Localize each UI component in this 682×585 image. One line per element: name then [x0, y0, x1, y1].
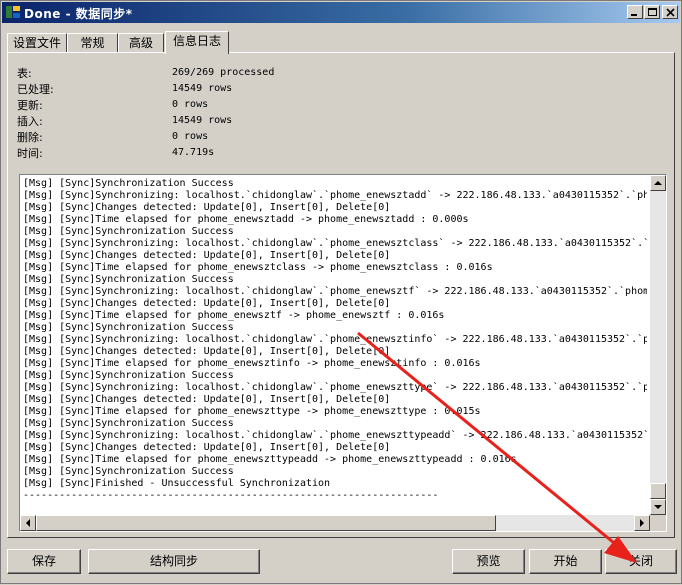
log-line: [Msg] [Sync]Changes detected: Update[0],…: [23, 442, 391, 453]
tab-label: 常规: [80, 36, 105, 50]
arrow-up-icon: [654, 181, 662, 185]
log-line: [Msg] [Sync]Time elapsed for phome_enews…: [23, 358, 481, 369]
horizontal-scrollbar[interactable]: [20, 515, 650, 531]
log-line: [Msg] [Sync]Synchronization Success: [23, 274, 234, 285]
stat-label-inserted: 插入:: [17, 115, 43, 128]
tab-info-log[interactable]: 信息日志: [165, 31, 229, 54]
log-line: [Msg] [Sync]Finished - Unsuccessful Sync…: [23, 478, 331, 489]
log-line: [Msg] [Sync]Time elapsed for phome_enews…: [23, 454, 517, 465]
log-textarea[interactable]: [Msg] [Sync]Synchronization Success [Msg]…: [19, 174, 667, 532]
log-line: [Msg] [Sync]Time elapsed for phome_enews…: [23, 262, 493, 273]
stat-value-inserted: 14549 rows: [172, 115, 233, 126]
maximize-icon: [648, 8, 657, 16]
log-lines: [Msg] [Sync]Synchronization Success [Msg]…: [23, 178, 647, 514]
stat-label-time: 时间:: [17, 147, 43, 160]
stat-value-updated: 0 rows: [172, 99, 209, 110]
log-line: [Msg] [Sync]Changes detected: Update[0],…: [23, 202, 391, 213]
minimize-icon: [631, 14, 637, 16]
stat-value-processed: 14549 rows: [172, 83, 233, 94]
log-line: [Msg] [Sync]Changes detected: Update[0],…: [23, 394, 391, 405]
stat-value-tables: 269/269 processed: [172, 67, 275, 78]
log-line: [Msg] [Sync]Synchronizing: localhost.`ch…: [23, 430, 647, 441]
scroll-down-button[interactable]: [650, 499, 666, 515]
tab-advanced[interactable]: 高级: [118, 33, 164, 53]
tab-settings-file[interactable]: 设置文件: [7, 33, 67, 53]
app-icon: [6, 6, 20, 18]
arrow-left-icon: [26, 519, 30, 527]
stat-label-deleted: 删除:: [17, 131, 43, 144]
close-window-button[interactable]: [662, 5, 678, 19]
arrow-down-icon: [654, 505, 662, 509]
vertical-scroll-thumb[interactable]: [650, 483, 666, 499]
log-line: [Msg] [Sync]Synchronizing: localhost.`ch…: [23, 190, 647, 201]
log-line: [Msg] [Sync]Synchronization Success: [23, 178, 234, 189]
tab-label: 信息日志: [172, 34, 221, 48]
log-line: [Msg] [Sync]Synchronization Success: [23, 370, 234, 381]
scrollbar-corner: [650, 515, 666, 531]
stat-label-updated: 更新:: [17, 99, 43, 112]
close-icon: [666, 8, 675, 17]
scroll-up-button[interactable]: [650, 175, 666, 191]
maximize-button[interactable]: [644, 5, 660, 19]
vertical-scrollbar[interactable]: [650, 175, 666, 515]
scroll-left-button[interactable]: [20, 515, 36, 531]
log-line: [Msg] [Sync]Synchronizing: localhost.`ch…: [23, 238, 647, 249]
tab-general[interactable]: 常规: [67, 33, 118, 53]
sync-structure-button[interactable]: 结构同步: [88, 549, 260, 574]
log-line: ----------------------------------------…: [23, 490, 439, 501]
log-line: [Msg] [Sync]Time elapsed for phome_enews…: [23, 406, 481, 417]
minimize-button[interactable]: [627, 5, 643, 19]
preview-button[interactable]: 预览: [452, 549, 525, 574]
stat-label-tables: 表:: [17, 67, 32, 80]
arrow-right-icon: [640, 519, 644, 527]
log-line: [Msg] [Sync]Changes detected: Update[0],…: [23, 298, 391, 309]
tab-label: 高级: [128, 36, 153, 50]
log-line: [Msg] [Sync]Time elapsed for phome_enews…: [23, 310, 445, 321]
log-line: [Msg] [Sync]Synchronizing: localhost.`ch…: [23, 382, 647, 393]
log-line: [Msg] [Sync]Synchronizing: localhost.`ch…: [23, 286, 647, 297]
stat-value-time: 47.719s: [172, 147, 215, 158]
log-line: [Msg] [Sync]Changes detected: Update[0],…: [23, 346, 391, 357]
log-line: [Msg] [Sync]Synchronization Success: [23, 466, 234, 477]
start-button[interactable]: 开始: [529, 549, 602, 574]
horizontal-scroll-thumb[interactable]: [36, 515, 496, 531]
log-line: [Msg] [Sync]Synchronization Success: [23, 226, 234, 237]
log-line: [Msg] [Sync]Synchronizing: localhost.`ch…: [23, 334, 647, 345]
tab-label: 设置文件: [12, 36, 61, 50]
log-line: [Msg] [Sync]Changes detected: Update[0],…: [23, 250, 391, 261]
title-bar[interactable]: Done - 数据同步*: [2, 2, 680, 23]
scroll-right-button[interactable]: [634, 515, 650, 531]
save-button[interactable]: 保存: [7, 549, 81, 574]
stat-label-processed: 已处理:: [17, 83, 54, 96]
info-log-panel: 表: 269/269 processed 已处理: 14549 rows 更新:…: [7, 52, 675, 538]
stat-value-deleted: 0 rows: [172, 131, 209, 142]
log-line: [Msg] [Sync]Synchronization Success: [23, 418, 234, 429]
sync-dialog-window: Done - 数据同步* 设置文件 常规 高级 信息日志 表: 269/269 …: [0, 0, 682, 584]
log-line: [Msg] [Sync]Synchronization Success: [23, 322, 234, 333]
log-line: [Msg] [Sync]Time elapsed for phome_enews…: [23, 214, 469, 225]
window-title: Done - 数据同步*: [24, 7, 133, 21]
close-button[interactable]: 关闭: [605, 549, 677, 574]
